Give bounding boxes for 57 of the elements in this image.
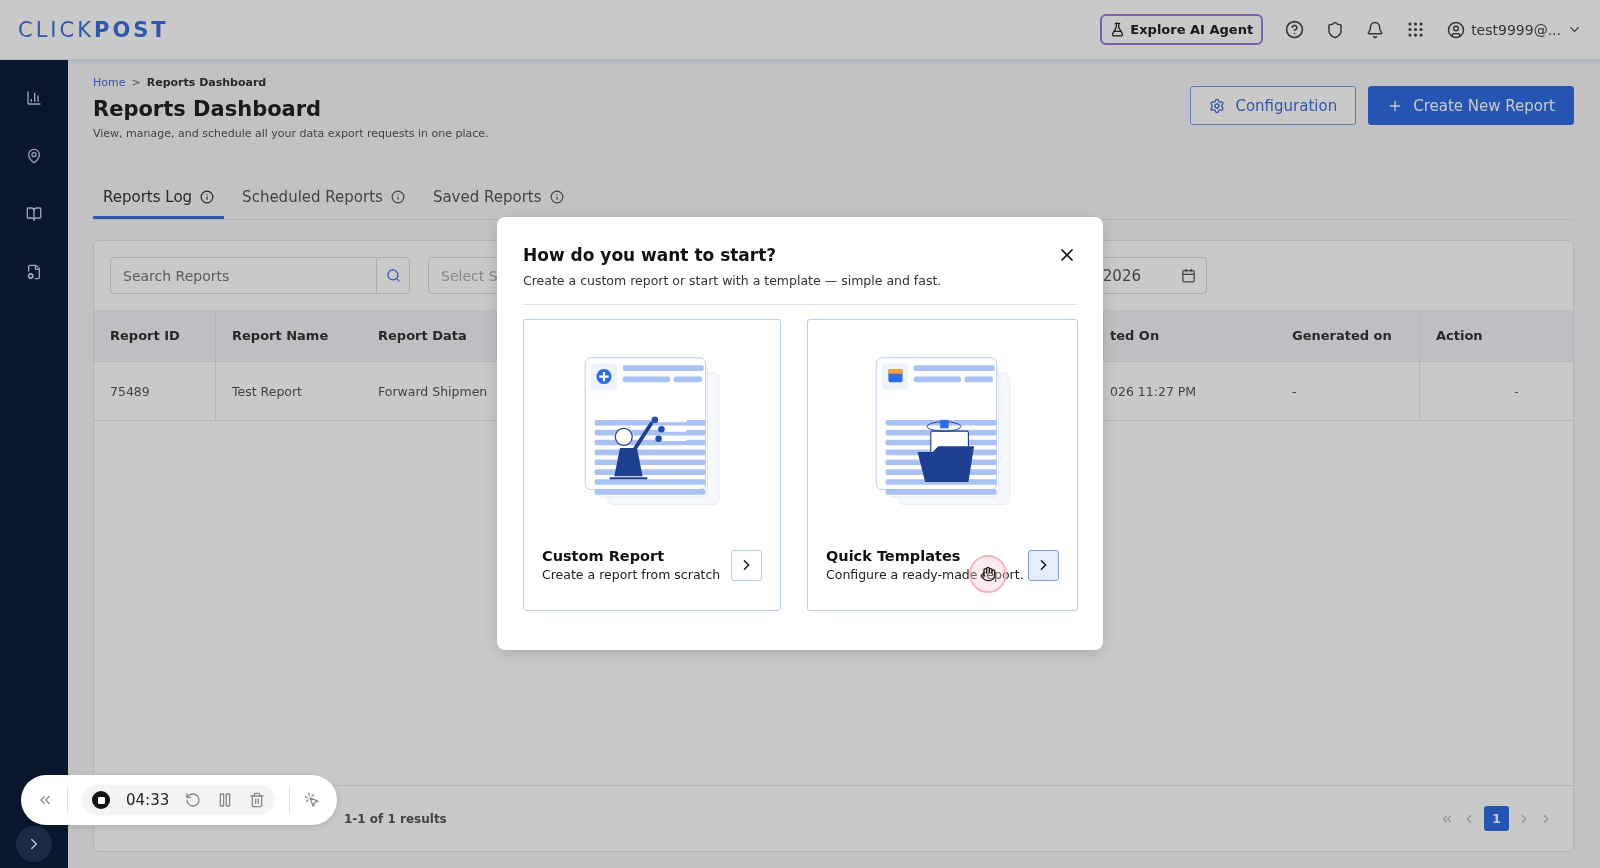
stop-icon[interactable]: [92, 791, 110, 809]
option-description: Create a report from scratch: [542, 567, 721, 582]
explore-ai-agent-button[interactable]: Explore AI Agent: [1100, 14, 1264, 45]
column-header: Action: [1435, 327, 1484, 345]
dialog-subtitle: Create a custom report or start with a template — simple and fast.: [523, 273, 942, 288]
help-icon[interactable]: [1285, 20, 1305, 39]
recording-time: 04:33: [126, 791, 170, 809]
notification-bell-icon[interactable]: [1366, 20, 1385, 39]
tab[interactable]: Saved Reports: [422, 182, 574, 219]
info-icon: [549, 190, 564, 204]
clickpost-logo: CLICKPOST: [18, 17, 169, 42]
settings-icon: [1209, 97, 1226, 114]
calendar-icon: [1181, 268, 1196, 283]
breadcrumb-separator: >: [131, 76, 141, 89]
dialog-title: How do you want to start?: [523, 245, 778, 265]
apps-grid-icon[interactable]: [1406, 20, 1426, 39]
page-subtitle: View, manage, and schedule all your data export requests in one place.: [93, 127, 489, 140]
restart-icon[interactable]: [185, 792, 202, 808]
table-cell: -: [1276, 362, 1420, 420]
option-title: Quick Templates: [826, 548, 962, 564]
option-title: Custom Report: [542, 548, 666, 564]
tab[interactable]: Reports Log: [93, 182, 225, 219]
breadcrumb-current: Reports Dashboard: [146, 76, 267, 89]
location-pin-icon[interactable]: [26, 148, 42, 164]
info-icon: [200, 190, 215, 204]
user-menu[interactable]: test9999@...: [1447, 20, 1582, 39]
table-cell-text: Forward Shipmen: [377, 382, 489, 401]
option-card[interactable]: Custom Report Create a report from scratch: [523, 319, 781, 611]
column-header: Report Data: [377, 327, 468, 345]
page-title: Reports Dashboard: [93, 97, 323, 121]
flask-icon: [1110, 22, 1126, 37]
tab[interactable]: Scheduled Reports: [232, 182, 415, 219]
column-header: ted On: [1109, 327, 1161, 345]
search-button[interactable]: [376, 257, 410, 294]
book-icon[interactable]: [26, 206, 42, 222]
delete-icon[interactable]: [249, 792, 266, 808]
search-field[interactable]: Search Reports: [110, 257, 376, 294]
chart-icon[interactable]: [26, 90, 42, 106]
action-link[interactable]: -: [1420, 362, 1573, 420]
configuration-button[interactable]: Configuration: [1190, 86, 1357, 125]
table-cell-text: Test Report: [231, 382, 304, 401]
page-button[interactable]: 1: [1484, 806, 1509, 831]
search-icon: [385, 268, 401, 283]
document-settings-icon[interactable]: [26, 264, 42, 280]
column-header: Generated on: [1276, 310, 1420, 361]
results-count: 1-1 of 1 results: [344, 811, 447, 826]
next-button[interactable]: [1028, 549, 1059, 581]
shield-icon[interactable]: [1326, 20, 1345, 39]
column-header: Report Name: [231, 327, 330, 345]
create-report-button[interactable]: Create New Report: [1368, 86, 1574, 125]
table-cell: 75489: [94, 362, 216, 420]
breadcrumb-home-link[interactable]: Home: [93, 76, 126, 89]
table-cell-text: 026 11:27 PM: [1109, 382, 1198, 401]
user-avatar-icon: [1447, 20, 1466, 39]
click-pointer-icon[interactable]: [304, 792, 321, 808]
info-icon: [390, 190, 405, 204]
column-header: Report ID: [94, 310, 216, 361]
